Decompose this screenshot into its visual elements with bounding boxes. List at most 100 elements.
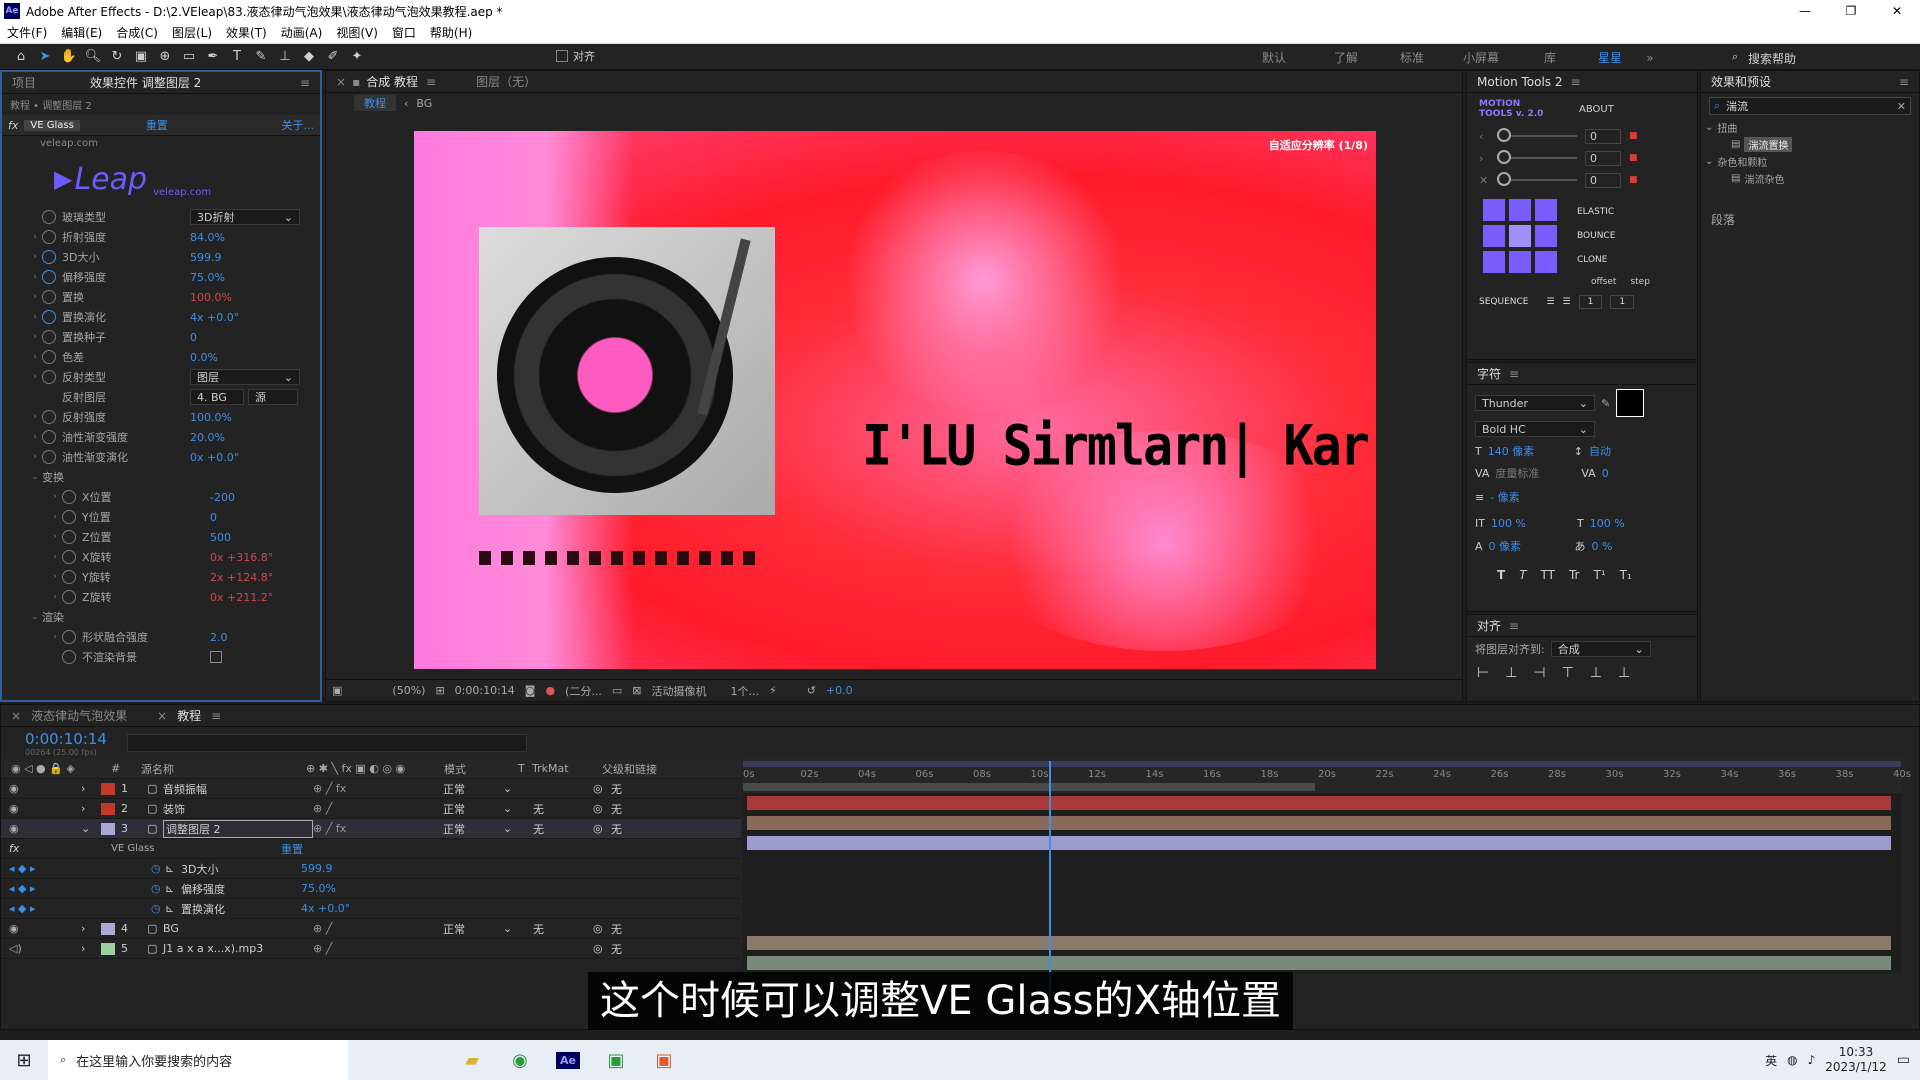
type-tool-icon[interactable]: T xyxy=(226,46,248,68)
snapping-toggle[interactable]: 对齐 xyxy=(556,48,595,64)
source-dropdown[interactable]: 源 xyxy=(248,389,298,405)
align-left-icon[interactable]: ⊢ xyxy=(1477,665,1489,681)
property-value[interactable]: 0x +211.2° xyxy=(210,591,273,604)
timeline-property-value[interactable]: 75.0% xyxy=(301,882,336,895)
twirl-icon[interactable]: › xyxy=(28,332,42,342)
twirl-icon[interactable]: › xyxy=(48,532,62,542)
workspace-stars[interactable]: 星星 xyxy=(1580,49,1640,66)
twirl-icon[interactable]: › xyxy=(48,632,62,642)
offset-input[interactable]: 1 xyxy=(1578,295,1603,309)
tab-liquid-bubble[interactable]: 液态律动气泡效果 xyxy=(31,707,127,724)
col-trkmat[interactable]: TrkMat xyxy=(532,762,602,775)
views-dropdown[interactable]: 1个... xyxy=(730,683,759,699)
layer-switches[interactable]: ⊕ ╱ fx xyxy=(313,822,443,835)
hand-tool-icon[interactable]: ✋ xyxy=(58,46,80,68)
font-size-value[interactable]: 140 像素 xyxy=(1488,443,1568,459)
tracking-value[interactable]: 0 xyxy=(1602,467,1609,480)
layer-duration-bar[interactable] xyxy=(747,796,1891,810)
stopwatch-icon[interactable] xyxy=(62,590,76,604)
align-hcenter-icon[interactable]: ⊥ xyxy=(1505,665,1517,681)
effects-tree-item[interactable]: ▤ 湍流置换 xyxy=(1701,136,1919,153)
twirl-icon[interactable]: › xyxy=(28,272,42,282)
timecode-display[interactable]: 0:00:10:14 xyxy=(455,684,515,697)
layer-name[interactable]: BG xyxy=(163,922,313,935)
sequence-icon[interactable]: ☰ xyxy=(1546,297,1554,307)
property-value[interactable]: -200 xyxy=(210,491,235,504)
stopwatch-icon[interactable] xyxy=(42,270,56,284)
keyframe-marker-icon[interactable]: ■ xyxy=(1629,153,1638,163)
layer-name[interactable]: 音频振幅 xyxy=(163,781,313,797)
timeline-menu-icon[interactable]: ≡ xyxy=(211,709,221,723)
effect-row-name[interactable]: VE Glass xyxy=(111,843,281,854)
twirl-icon[interactable]: › xyxy=(28,252,42,262)
menu-window[interactable]: 窗口 xyxy=(385,24,423,41)
visibility-icon[interactable]: ◉ xyxy=(1,782,81,795)
twirl-icon[interactable]: › xyxy=(81,782,95,795)
slider-track[interactable] xyxy=(1497,172,1577,186)
transparency-grid-icon[interactable]: ⊠ xyxy=(632,684,641,697)
clear-search-icon[interactable]: ✕ xyxy=(1897,100,1906,113)
property-group[interactable]: ⌄ 变换 xyxy=(28,467,320,487)
graph-icon[interactable]: ⊾ xyxy=(165,902,181,915)
rotate-tool-icon[interactable]: ↻ xyxy=(106,46,128,68)
align-to-dropdown[interactable]: 合成 ⌄ xyxy=(1550,641,1651,657)
keyframe-nav-icon[interactable]: ◂ ◆ ▸ xyxy=(1,862,151,875)
tab-effect-controls[interactable]: 效果控件 调整图层 2 xyxy=(90,74,201,91)
clock-time[interactable]: 10:33 xyxy=(1825,1045,1887,1060)
slider-value[interactable]: 0 xyxy=(1585,128,1621,144)
property-value[interactable]: 4x +0.0° xyxy=(190,311,239,324)
subscript-button[interactable]: T₁ xyxy=(1620,568,1632,582)
twirl-icon[interactable]: › xyxy=(48,492,62,502)
col-source-name[interactable]: 源名称 xyxy=(141,761,306,777)
workspace-library[interactable]: 库 xyxy=(1520,49,1580,66)
camtasia-recorder-icon[interactable]: ▣ xyxy=(640,1050,688,1071)
selection-tool-icon[interactable]: ➤ xyxy=(34,46,56,68)
effects-tree-item[interactable]: ▤ 湍流杂色 xyxy=(1701,170,1919,187)
menu-view[interactable]: 视图(V) xyxy=(329,24,385,41)
twirl-icon[interactable]: ⌄ xyxy=(81,822,95,835)
roto-brush-tool-icon[interactable]: ✐ xyxy=(322,46,344,68)
twirl-icon[interactable]: › xyxy=(28,432,42,442)
eraser-tool-icon[interactable]: ◆ xyxy=(298,46,320,68)
snapshot-icon[interactable]: ◙ xyxy=(525,684,536,697)
property-value[interactable]: 20.0% xyxy=(190,431,225,444)
brush-tool-icon[interactable]: ✎ xyxy=(250,46,272,68)
property-dropdown[interactable]: 图层 ⌄ xyxy=(190,369,300,385)
property-group[interactable]: ⌄ 渲染 xyxy=(28,607,320,627)
property-value[interactable]: 599.9 xyxy=(190,251,222,264)
always-preview-icon[interactable]: ▣ xyxy=(332,684,342,697)
label-color-swatch[interactable] xyxy=(101,942,115,955)
track-row[interactable] xyxy=(743,853,1901,873)
layer-parent[interactable]: 无 xyxy=(611,781,622,797)
menu-file[interactable]: 文件(F) xyxy=(0,24,54,41)
property-checkbox[interactable] xyxy=(210,651,222,663)
faux-bold-button[interactable]: T xyxy=(1497,568,1505,582)
windows-start-icon[interactable]: ⊞ xyxy=(0,1050,48,1071)
layer-switches[interactable]: ⊕ ╱ xyxy=(313,942,443,955)
layer-name[interactable]: J1 a x a x...x).mp3 xyxy=(163,942,313,955)
pickwhip-icon[interactable]: ◎ xyxy=(593,822,611,835)
resolution-dropdown[interactable]: (二分... xyxy=(565,683,602,699)
twirl-icon[interactable]: › xyxy=(48,572,62,582)
timeline-search-input[interactable] xyxy=(126,734,527,752)
menu-layer[interactable]: 图层(L) xyxy=(165,24,219,41)
timeline-layer-row[interactable]: ◉ › 2 ▢ 装饰 ⊕ ╱ 正常 ⌄ 无 ◎ 无 xyxy=(1,799,741,819)
keyframe-marker-icon[interactable]: ■ xyxy=(1629,175,1638,185)
layer-parent[interactable]: 无 xyxy=(611,821,622,837)
align-bottom-icon[interactable]: ⊥ xyxy=(1618,665,1630,681)
stopwatch-icon[interactable]: ◷ xyxy=(151,902,165,915)
timeline-property-value[interactable]: 599.9 xyxy=(301,862,333,875)
motion-tools-menu-icon[interactable]: ≡ xyxy=(1571,75,1581,89)
twirl-icon[interactable]: › xyxy=(28,232,42,242)
reset-exposure-icon[interactable]: ↺ xyxy=(807,684,816,697)
folder-twirl-icon[interactable]: ⌄ xyxy=(1705,156,1713,167)
track-row[interactable] xyxy=(743,953,1901,973)
timeline-layer-row[interactable]: ◉ › 1 ▢ 音频振幅 ⊕ ╱ fx 正常 ⌄ ◎ 无 xyxy=(1,779,741,799)
property-value[interactable]: 2.0 xyxy=(210,631,228,644)
twirl-icon[interactable]: › xyxy=(28,372,42,382)
stopwatch-icon[interactable]: ◷ xyxy=(151,862,165,875)
slider-track[interactable] xyxy=(1497,128,1577,142)
stopwatch-icon[interactable] xyxy=(62,570,76,584)
align-menu-icon[interactable]: ≡ xyxy=(1509,619,1519,633)
font-family-dropdown[interactable]: Thunder ⌄ xyxy=(1475,395,1595,411)
